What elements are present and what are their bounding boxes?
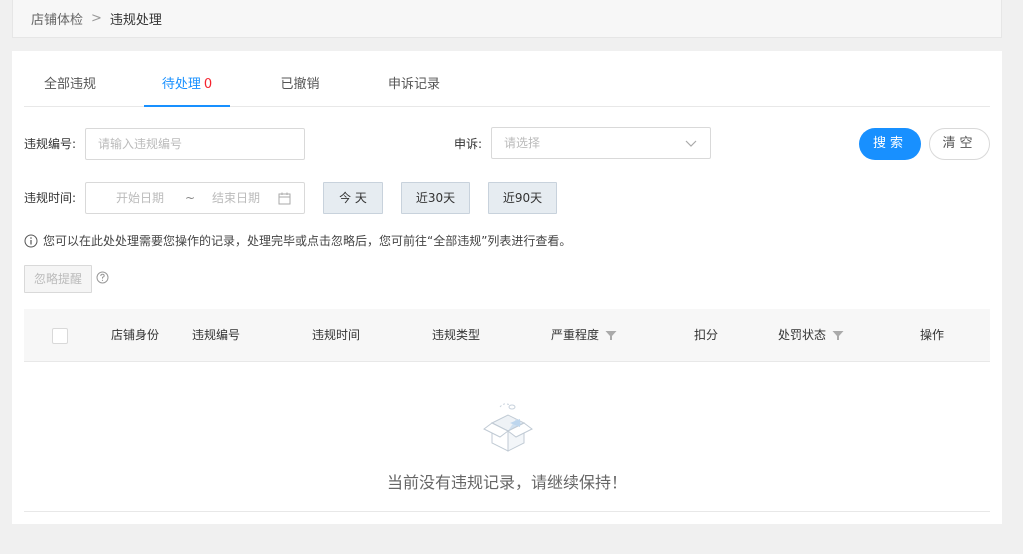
tab-bar: 全部违规 待处理 0 已撤销 申诉记录 <box>24 65 990 107</box>
violation-no-placeholder: 请输入违规编号 <box>98 137 183 151</box>
select-all-checkbox[interactable] <box>52 328 68 344</box>
clear-button[interactable]: 清空 <box>929 128 990 160</box>
appeal-select[interactable]: 请选择 <box>491 127 711 159</box>
tab-label: 待处理 <box>161 77 201 92</box>
search-button[interactable]: 搜索 <box>859 128 921 160</box>
today-button[interactable]: 今 天 <box>323 182 383 214</box>
table-header: 店铺身份 违规编号 违规时间 违规类型 严重程度 扣分 处罚状态 操作 <box>24 309 990 362</box>
empty-state-message: 当前没有违规记录，请继续保持！ <box>386 473 627 492</box>
notice: 您可以在此处处理需要您操作的记录，处理完毕或点击忽略后，您可前往“全部违规”列表… <box>24 232 571 249</box>
tab-label: 申诉记录 <box>387 77 440 92</box>
last-90-days-button[interactable]: 近90天 <box>488 182 557 214</box>
date-range-picker[interactable]: 开始日期 ~ 结束日期 <box>85 182 305 214</box>
violation-time-label: 违规时间: <box>24 191 77 205</box>
ignore-reminder-button[interactable]: 忽略提醒 <box>24 265 92 293</box>
violation-no-input[interactable]: 请输入违规编号 <box>85 128 305 160</box>
tab-label: 已撤销 <box>280 77 320 92</box>
empty-box-icon <box>483 403 533 452</box>
severity-column-header[interactable]: 严重程度 <box>551 309 617 362</box>
penalty-status-column-header[interactable]: 处罚状态 <box>778 309 844 362</box>
tab-revoked[interactable]: 已撤销 <box>278 65 322 107</box>
column-header: 违规时间 <box>312 328 361 342</box>
tab-appeal-records[interactable]: 申诉记录 <box>384 65 444 107</box>
column-header: 违规类型 <box>432 328 481 342</box>
notice-text: 您可以在此处处理需要您操作的记录，处理完毕或点击忽略后，您可前往“全部违规”列表… <box>43 234 572 248</box>
column-header: 店铺身份 <box>111 328 160 342</box>
column-header: 违规编号 <box>192 328 241 342</box>
breadcrumb-current: 违规处理 <box>109 13 162 28</box>
column-label: 严重程度 <box>551 328 600 342</box>
breadcrumb-parent[interactable]: 店铺体检 <box>31 9 83 28</box>
breadcrumb-separator: > <box>91 11 102 26</box>
tab-pending[interactable]: 待处理 0 <box>144 65 230 107</box>
end-date-placeholder: 结束日期 <box>212 191 261 205</box>
last-30-days-button[interactable]: 近30天 <box>401 182 470 214</box>
column-header: 扣分 <box>694 328 719 342</box>
calendar-icon <box>278 192 291 205</box>
tab-all-violations[interactable]: 全部违规 <box>40 65 100 107</box>
violation-no-label: 违规编号: <box>24 137 77 151</box>
main-panel: 全部违规 待处理 0 已撤销 申诉记录 违规编号: 请输入违规编号 申诉: 请选择… <box>12 51 1002 524</box>
filter-icon[interactable] <box>605 330 617 341</box>
column-header: 操作 <box>920 328 945 342</box>
range-separator: ~ <box>185 191 196 205</box>
breadcrumb: 店铺体检 > 违规处理 <box>12 0 1002 38</box>
chevron-down-icon <box>685 140 697 147</box>
tab-count-badge: 0 <box>203 77 213 92</box>
appeal-placeholder: 请选择 <box>504 136 541 150</box>
filter-icon[interactable] <box>832 330 844 341</box>
help-icon[interactable] <box>96 271 109 284</box>
table-bottom-divider <box>24 511 990 512</box>
start-date-placeholder: 开始日期 <box>116 191 165 205</box>
column-label: 处罚状态 <box>778 328 827 342</box>
info-icon <box>24 234 38 247</box>
tab-label: 全部违规 <box>43 77 96 92</box>
appeal-label: 申诉: <box>454 137 483 151</box>
